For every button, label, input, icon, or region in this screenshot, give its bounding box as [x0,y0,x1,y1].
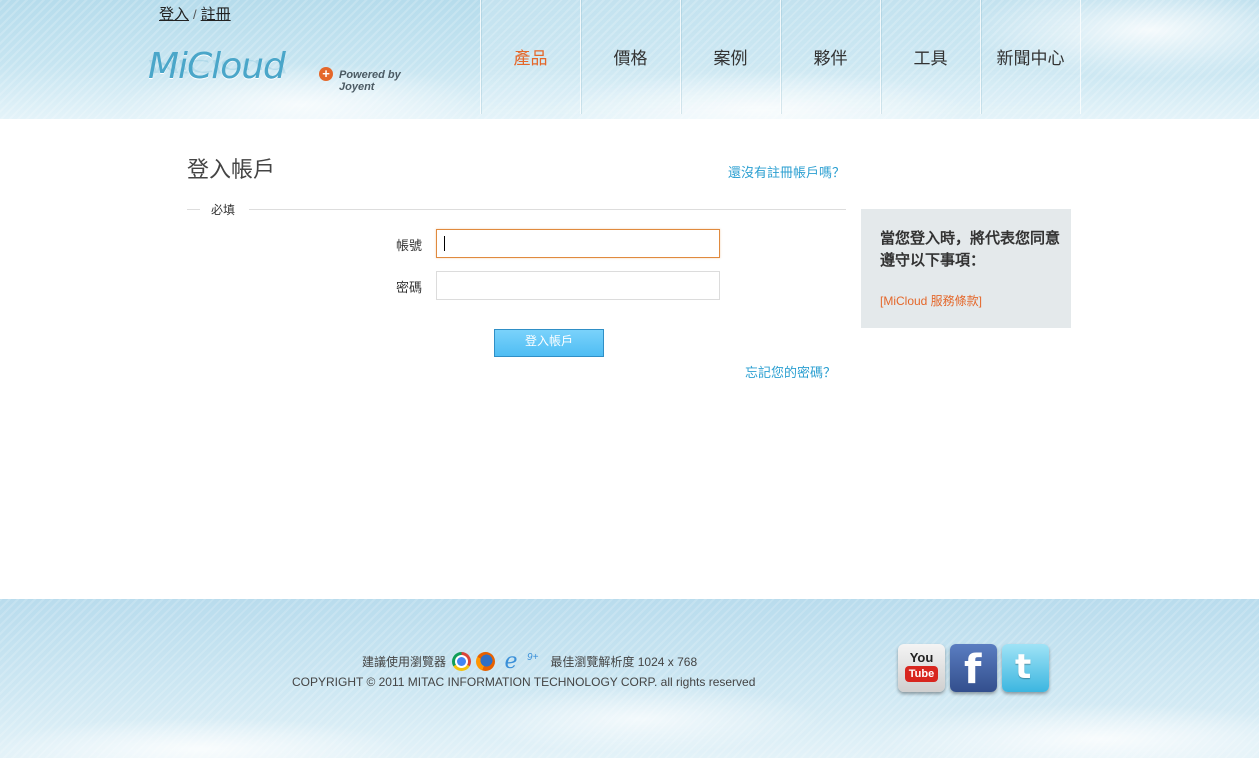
site-footer: 建議使用瀏覽器 e 9+ 最佳瀏覽解析度 1024 x 768 COPYRIGHT… [0,599,1259,758]
terms-of-service-link[interactable]: [MiCloud 服務條款] [880,292,982,309]
main-nav: 產品 價格 案例 夥伴 工具 新聞中心 [480,0,1081,114]
nav-item-label: 新聞中心 [996,48,1065,68]
nav-item-tools[interactable]: 工具 [880,0,980,114]
account-label: 帳號 [395,238,422,253]
nav-item-label: 價格 [613,48,648,68]
internet-explorer-icon: e [504,648,518,674]
divider [249,209,846,210]
nav-item-products[interactable]: 產品 [480,0,580,114]
login-button[interactable]: 登入帳戶 [494,329,604,357]
nav-item-label: 夥伴 [813,48,848,68]
facebook-icon[interactable]: f [950,644,997,692]
terms-panel: 當您登入時，將代表您同意遵守以下事項： [MiCloud 服務條款] [861,209,1071,328]
micloud-logo[interactable]: MiCloud MiCloud + Powered by Joyent [148,46,438,106]
register-prompt-link[interactable]: 還沒有註冊帳戶嗎？ [728,162,845,181]
plus-icon: + [319,67,333,81]
nav-item-label: 工具 [913,48,948,68]
required-legend-label: 必填 [211,203,236,217]
chrome-icon [452,651,472,671]
browser-prefix: 建議使用瀏覽器 [362,654,447,669]
ie-version: 9+ [527,651,539,663]
page-title: 登入帳戶 [187,157,276,182]
youtube-icon[interactable]: You Tube [898,644,945,692]
forgot-password-link[interactable]: 忘記您的密碼？ [745,362,836,381]
required-legend: 必填 [187,201,846,217]
logo-powered-by: Powered by Joyent [339,69,401,93]
account-input[interactable] [436,229,720,258]
terms-heading: 當您登入時，將代表您同意遵守以下事項： [880,229,1061,269]
logo-reflection: MiCloud [148,55,285,77]
site-header: 登入 / 註冊 MiCloud MiCloud + Powered by Joyen… [0,0,1259,119]
twitter-icon-glyph: t [1015,647,1032,687]
youtube-icon-you: You [909,650,934,665]
divider [187,209,200,210]
nav-item-label: 產品 [513,48,548,68]
password-input[interactable] [436,271,720,300]
firefox-icon [476,651,496,671]
social-links: You Tube f t [898,644,1054,692]
resolution-text: 最佳瀏覽解析度 1024 x 768 [550,654,698,669]
register-link[interactable]: 註冊 [201,6,231,23]
top-links: 登入 / 註冊 [159,3,231,24]
login-link[interactable]: 登入 [159,6,189,23]
nav-item-partners[interactable]: 夥伴 [780,0,880,114]
top-links-separator: / [193,7,197,22]
nav-item-news[interactable]: 新聞中心 [980,0,1081,114]
youtube-icon-tube: Tube [905,666,938,682]
text-caret [444,236,445,251]
facebook-icon-glyph: f [964,647,982,692]
twitter-icon[interactable]: t [1002,644,1049,692]
browser-icons: e 9+ [452,648,544,674]
password-label: 密碼 [395,280,422,295]
copyright: COPYRIGHT © 2011 MITAC INFORMATION TECHN… [292,675,756,689]
browser-recommendation: 建議使用瀏覽器 e 9+ 最佳瀏覽解析度 1024 x 768 [362,648,698,674]
nav-item-cases[interactable]: 案例 [680,0,780,114]
nav-item-label: 案例 [713,48,748,68]
nav-item-pricing[interactable]: 價格 [580,0,680,114]
